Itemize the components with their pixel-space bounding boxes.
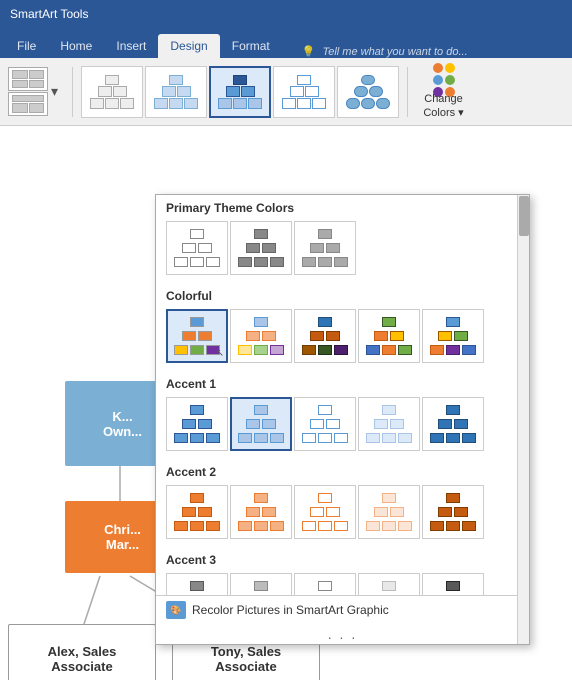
style-thumb-5[interactable] [337,66,399,118]
accent3-color-3[interactable] [294,573,356,595]
layout-more-button[interactable]: ▾ [49,67,60,116]
style-thumb-3[interactable] [209,66,271,118]
dropdown-scroll-area[interactable]: Primary Theme Colors [156,195,529,595]
tab-insert[interactable]: Insert [104,34,158,58]
accent1-color-3[interactable] [294,397,356,451]
tab-file[interactable]: File [5,34,48,58]
dots-separator: . . . [156,624,529,644]
ribbon-toolbar: ▾ [0,58,572,126]
accent2-color-4[interactable] [358,485,420,539]
primary-color-1[interactable] [166,221,228,275]
accent1-color-grid [156,395,529,459]
style-thumb-4[interactable] [273,66,335,118]
accent2-color-1[interactable] [166,485,228,539]
colorful-color-grid: ↖ [156,307,529,371]
colorful-color-3[interactable] [294,309,356,363]
accent2-color-5[interactable] [422,485,484,539]
smartart-style-thumbnails [81,66,399,118]
dropdown-scrollbar[interactable] [517,195,529,644]
main-content: K...Own... Chri...Mar... Alex, SalesAsso… [0,126,572,680]
accent3-color-grid [156,571,529,595]
layout-thumb-small-2[interactable] [8,92,48,116]
change-colors-button[interactable]: ChangeColors ▾ [416,58,471,124]
colorful-color-2[interactable] [230,309,292,363]
title-bar: SmartArt Tools [0,0,572,28]
section-primary-header: Primary Theme Colors [156,195,529,219]
style-thumb-2[interactable] [145,66,207,118]
primary-color-grid [156,219,529,283]
colorful-color-1[interactable]: ↖ [166,309,228,363]
accent3-color-4[interactable] [358,573,420,595]
ribbon-tab-bar: File Home Insert Design Format 💡 Tell me… [0,28,572,58]
colorful-color-5[interactable] [422,309,484,363]
accent3-color-5[interactable] [422,573,484,595]
primary-color-2[interactable] [230,221,292,275]
recolor-pictures-button[interactable]: 🎨 Recolor Pictures in SmartArt Graphic [156,595,529,624]
change-colors-label: ChangeColors ▾ [423,93,463,119]
recolor-icon: 🎨 [166,601,186,619]
accent1-color-1[interactable] [166,397,228,451]
section-accent1-header: Accent 1 [156,371,529,395]
accent2-color-grid [156,483,529,547]
accent2-color-2[interactable] [230,485,292,539]
change-colors-dropdown: Primary Theme Colors [155,194,530,645]
title-text: SmartArt Tools [10,7,88,21]
accent3-color-2[interactable] [230,573,292,595]
accent2-color-3[interactable] [294,485,356,539]
tab-home[interactable]: Home [48,34,104,58]
layout-thumb-small-1[interactable] [8,67,48,91]
change-colors-icon [428,63,460,91]
section-accent2-header: Accent 2 [156,459,529,483]
style-thumb-1[interactable] [81,66,143,118]
primary-color-3[interactable] [294,221,356,275]
accent3-color-1[interactable] [166,573,228,595]
colorful-color-4[interactable] [358,309,420,363]
accent1-color-2[interactable] [230,397,292,451]
section-accent3-header: Accent 3 [156,547,529,571]
tab-format[interactable]: Format [220,34,282,58]
search-hint: Tell me what you want to do... [323,46,468,58]
tab-design[interactable]: Design [158,34,219,58]
recolor-pictures-label: Recolor Pictures in SmartArt Graphic [192,603,389,617]
alex-box[interactable]: Alex, SalesAssociate [8,624,156,680]
accent1-color-4[interactable] [358,397,420,451]
ribbon: File Home Insert Design Format 💡 Tell me… [0,28,572,58]
section-colorful-header: Colorful [156,283,529,307]
accent1-color-5[interactable] [422,397,484,451]
